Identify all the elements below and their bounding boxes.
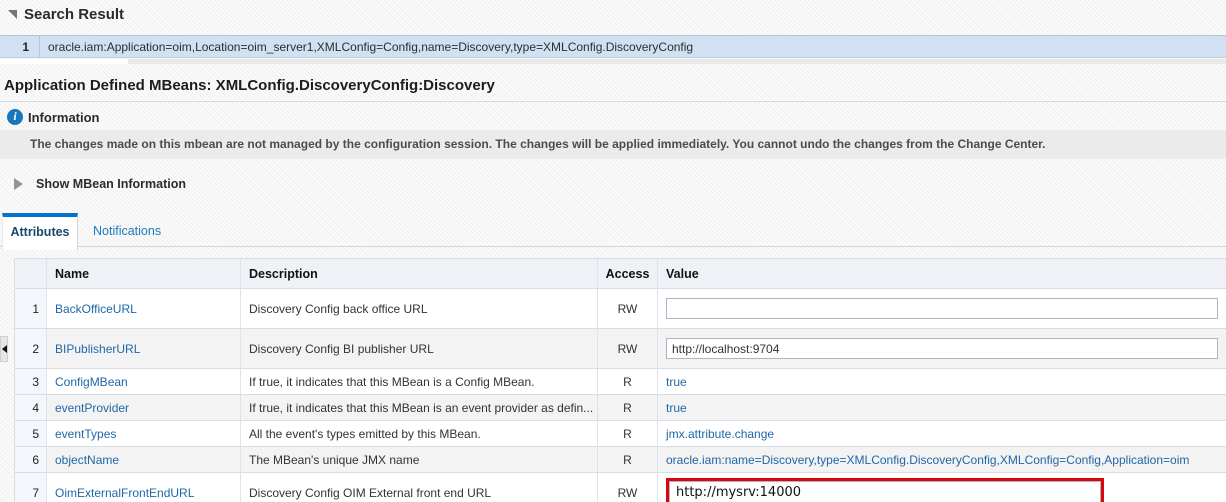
attribute-value-cell: true — [658, 369, 1226, 394]
attribute-value-link[interactable]: oracle.iam:name=Discovery,type=XMLConfig… — [666, 453, 1189, 467]
attribute-value-cell: oracle.iam:name=Discovery,type=XMLConfig… — [658, 447, 1226, 472]
attribute-value-cell — [658, 329, 1226, 368]
attribute-name-cell: BackOfficeURL — [47, 289, 241, 328]
row-number: 3 — [15, 369, 47, 394]
column-header-description: Description — [241, 259, 598, 288]
attribute-name-cell: BIPublisherURL — [47, 329, 241, 368]
information-header: i Information — [7, 109, 100, 125]
attribute-name-link[interactable]: eventProvider — [55, 401, 129, 415]
attribute-name-link[interactable]: BackOfficeURL — [55, 302, 137, 316]
highlight-annotation-box — [666, 478, 1104, 502]
attribute-value-cell: true — [658, 395, 1226, 420]
attribute-value-link[interactable]: true — [666, 401, 687, 415]
result-row-text[interactable]: oracle.iam:Application=oim,Location=oim_… — [40, 40, 693, 54]
attribute-name-link[interactable]: ConfigMBean — [55, 375, 128, 389]
attribute-description: If true, it indicates that this MBean is… — [241, 395, 598, 420]
table-row: 4 eventProvider If true, it indicates that… — [15, 395, 1226, 421]
attribute-value-cell: jmx.attribute.change — [658, 421, 1226, 446]
attribute-value-link[interactable]: jmx.attribute.change — [666, 427, 774, 441]
column-header-access: Access — [598, 259, 658, 288]
attribute-access: R — [598, 395, 658, 420]
attribute-name-cell: eventTypes — [47, 421, 241, 446]
table-row: 7 OimExternalFrontEndURL Discovery Config … — [15, 473, 1226, 502]
attribute-description: Discovery Config OIM External front end … — [241, 473, 598, 502]
attribute-description: The MBean's unique JMX name — [241, 447, 598, 472]
search-result-section-header: Search Result — [8, 6, 124, 23]
information-message: The changes made on this mbean are not m… — [0, 130, 1226, 159]
attribute-value-cell — [658, 289, 1226, 328]
tabbar-underline — [0, 246, 1226, 247]
table-row: 3 ConfigMBean If true, it indicates that t… — [15, 369, 1226, 395]
attribute-name-cell: OimExternalFrontEndURL — [47, 473, 241, 502]
attribute-name-cell: objectName — [47, 447, 241, 472]
attribute-access: RW — [598, 289, 658, 328]
search-result-title: Search Result — [24, 6, 124, 23]
attribute-name-link[interactable]: BIPublisherURL — [55, 342, 140, 356]
attribute-value-input[interactable] — [666, 338, 1218, 359]
result-row-number: 1 — [0, 36, 40, 57]
attributes-table-header: Name Description Access Value — [15, 259, 1226, 289]
page-title: Application Defined MBeans: XMLConfig.Di… — [4, 77, 495, 94]
attribute-name-link[interactable]: objectName — [55, 453, 119, 467]
info-icon: i — [7, 109, 23, 125]
attribute-value-cell — [658, 473, 1226, 502]
tab-notifications[interactable]: Notifications — [79, 217, 175, 246]
row-number: 7 — [15, 473, 47, 502]
column-header-name: Name — [47, 259, 241, 288]
attribute-description: If true, it indicates that this MBean is… — [241, 369, 598, 394]
show-mbean-information-toggle[interactable]: Show MBean Information — [14, 177, 186, 191]
panel-splitter-handle[interactable] — [0, 336, 8, 362]
information-title: Information — [28, 110, 100, 125]
table-row: 6 objectName The MBean's unique JMX nameRo… — [15, 447, 1226, 473]
attribute-description: All the event's types emitted by this MB… — [241, 421, 598, 446]
attributes-table-body: 1 BackOfficeURL Discovery Config back offi… — [15, 289, 1226, 502]
tab-attributes[interactable]: Attributes — [2, 213, 78, 250]
attribute-name-cell: eventProvider — [47, 395, 241, 420]
row-number: 2 — [15, 329, 47, 368]
attribute-name-cell: ConfigMBean — [47, 369, 241, 394]
attribute-description: Discovery Config BI publisher URL — [241, 329, 598, 368]
attribute-access: R — [598, 447, 658, 472]
collapse-left-icon — [2, 345, 7, 353]
column-header-rownum — [15, 259, 47, 288]
row-number: 6 — [15, 447, 47, 472]
attribute-value-input[interactable] — [666, 298, 1218, 319]
attribute-access: RW — [598, 473, 658, 502]
attribute-name-link[interactable]: OimExternalFrontEndURL — [55, 486, 194, 500]
attribute-name-link[interactable]: eventTypes — [55, 427, 116, 441]
separator-line — [0, 101, 1226, 102]
row-number: 5 — [15, 421, 47, 446]
result-list-scroll-strip — [0, 59, 1226, 64]
attribute-description: Discovery Config back office URL — [241, 289, 598, 328]
row-number: 1 — [15, 289, 47, 328]
search-result-row[interactable]: 1 oracle.iam:Application=oim,Location=oi… — [0, 35, 1226, 58]
show-mbean-label: Show MBean Information — [36, 177, 186, 191]
attribute-value-input[interactable] — [669, 481, 1101, 502]
table-row: 1 BackOfficeURL Discovery Config back offi… — [15, 289, 1226, 329]
attribute-access: R — [598, 421, 658, 446]
attribute-value-link[interactable]: true — [666, 375, 687, 389]
attributes-table: Name Description Access Value 1 BackOffic… — [14, 258, 1226, 502]
collapse-triangle-icon[interactable] — [8, 10, 17, 19]
attribute-access: RW — [598, 329, 658, 368]
table-row: 2 BIPublisherURL Discovery Config BI publi… — [15, 329, 1226, 369]
expand-triangle-icon — [14, 178, 23, 190]
column-header-value: Value — [658, 259, 1226, 288]
attribute-access: R — [598, 369, 658, 394]
table-row: 5 eventTypes All the event's types emitted… — [15, 421, 1226, 447]
row-number: 4 — [15, 395, 47, 420]
